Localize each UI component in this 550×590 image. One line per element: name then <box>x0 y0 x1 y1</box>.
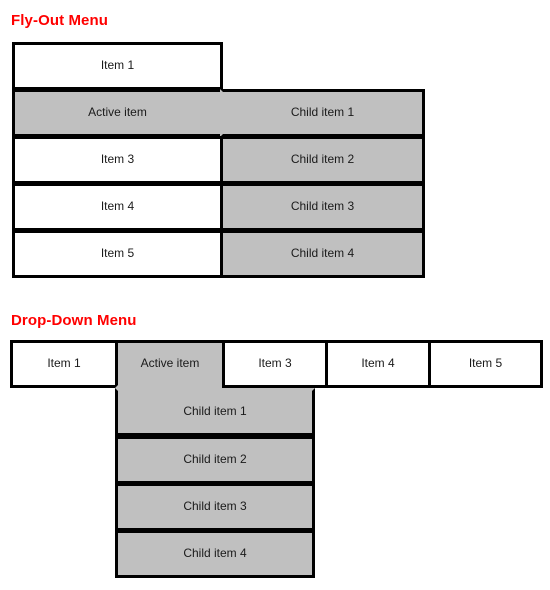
dropdown-child-item-2[interactable]: Child item 2 <box>115 436 315 484</box>
dropdown-bar-item-4[interactable]: Item 4 <box>325 340 431 388</box>
dropdown-bar-item-1[interactable]: Item 1 <box>10 340 118 388</box>
dropdown-child-item-3[interactable]: Child item 3 <box>115 483 315 531</box>
dropdown-bar-item-3[interactable]: Item 3 <box>222 340 328 388</box>
dropdown-child-item-1[interactable]: Child item 1 <box>115 388 315 436</box>
dropdown-bar-item-active[interactable]: Active item <box>115 340 225 388</box>
dropdown-child-item-4[interactable]: Child item 4 <box>115 530 315 578</box>
dropdown-bar-item-5[interactable]: Item 5 <box>428 340 543 388</box>
dropdown-menu-diagram: Drop-Down Menu Item 1 Active item Item 3… <box>0 0 550 590</box>
dropdown-menu-heading: Drop-Down Menu <box>11 312 137 329</box>
